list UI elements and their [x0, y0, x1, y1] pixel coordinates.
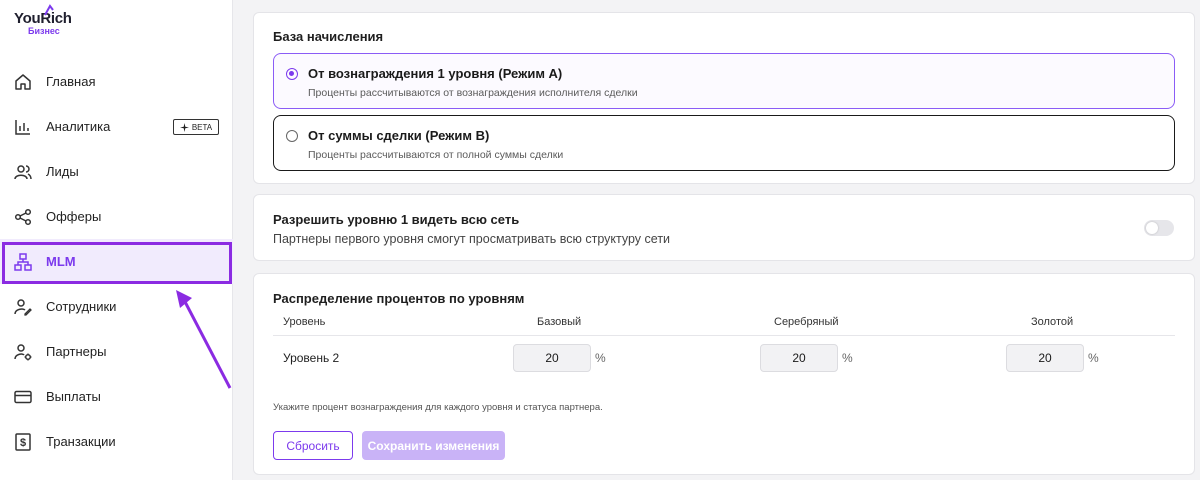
silver-percent-input[interactable]	[760, 344, 838, 372]
logo-wordmark: YouRich	[14, 4, 72, 27]
sidebar: YouRich Бизнес Главная Аналитика Лиды Оф…	[0, 0, 233, 480]
percent-sign: %	[1088, 351, 1099, 365]
network-title: Разрешить уровню 1 видеть всю сеть	[273, 212, 520, 227]
beta-badge: BETA	[173, 119, 219, 135]
credit-card-icon	[13, 387, 33, 407]
hierarchy-icon	[13, 252, 33, 272]
logo-text-left: You	[14, 10, 41, 27]
base-option-mode-b[interactable]: От суммы сделки (Режим B) Проценты рассч…	[273, 115, 1175, 171]
option-title: От вознаграждения 1 уровня (Режим A)	[308, 66, 563, 81]
dollar-receipt-icon: $	[13, 432, 33, 452]
home-icon	[13, 72, 33, 92]
sidebar-item-employees[interactable]: Сотрудники	[0, 284, 233, 329]
distribution-title: Распределение процентов по уровням	[273, 291, 525, 306]
save-changes-button[interactable]: Сохранить изменения	[362, 431, 505, 460]
svg-text:$: $	[20, 437, 26, 449]
sidebar-item-label: Аналитика	[46, 119, 111, 134]
sidebar-item-partners[interactable]: Партнеры	[0, 329, 233, 374]
sidebar-item-label: Выплаты	[46, 389, 101, 404]
sidebar-item-mlm[interactable]: MLM	[0, 239, 233, 284]
sidebar-item-label: Лиды	[46, 164, 79, 179]
column-header-silver: Серебряный	[774, 316, 839, 328]
sparkle-icon	[179, 122, 189, 132]
base-card: База начисления От вознаграждения 1 уров…	[253, 12, 1195, 184]
sidebar-item-label: Главная	[46, 74, 96, 89]
radio-mode-a[interactable]	[286, 68, 298, 80]
share-icon	[13, 207, 33, 227]
column-header-level: Уровень	[283, 316, 326, 328]
bar-chart-icon	[13, 117, 33, 137]
network-visibility-toggle[interactable]	[1144, 220, 1174, 236]
network-description: Партнеры первого уровня смогут просматри…	[273, 232, 671, 246]
option-description: Проценты рассчитываются от полной суммы …	[308, 149, 564, 161]
beta-badge-label: BETA	[191, 122, 213, 132]
sidebar-item-label: Транзакции	[46, 434, 116, 449]
sidebar-item-payouts[interactable]: Выплаты	[0, 374, 233, 419]
users-icon	[13, 162, 33, 182]
gold-percent-input[interactable]	[1006, 344, 1084, 372]
base-section-title: База начисления	[273, 29, 384, 44]
distribution-card: Распределение процентов по уровням Урове…	[253, 273, 1195, 475]
distribution-hint: Укажите процент вознаграждения для каждо…	[273, 402, 603, 413]
option-title: От суммы сделки (Режим B)	[308, 128, 490, 143]
radio-mode-b[interactable]	[286, 130, 298, 142]
column-header-basic: Базовый	[537, 316, 582, 328]
sidebar-item-transactions[interactable]: $ Транзакции	[0, 419, 233, 464]
sidebar-item-offers[interactable]: Офферы	[0, 194, 233, 239]
network-card: Разрешить уровню 1 видеть всю сеть Партн…	[253, 194, 1195, 261]
user-gear-icon	[13, 342, 33, 362]
basic-percent-input[interactable]	[513, 344, 591, 372]
option-description: Проценты рассчитываются от вознаграждени…	[308, 87, 638, 99]
column-header-gold: Золотой	[1031, 316, 1074, 328]
sidebar-item-leads[interactable]: Лиды	[0, 149, 233, 194]
distribution-table-header: Уровень Базовый Серебряный Золотой	[273, 314, 1175, 336]
base-option-mode-a[interactable]: От вознаграждения 1 уровня (Режим A) Про…	[273, 53, 1175, 109]
sidebar-item-label: Сотрудники	[46, 299, 117, 314]
table-row: Уровень 2 % % %	[273, 344, 1175, 374]
user-edit-icon	[13, 297, 33, 317]
sidebar-item-label: Офферы	[46, 209, 102, 224]
sidebar-item-home[interactable]: Главная	[0, 59, 233, 104]
percent-sign: %	[842, 351, 853, 365]
sidebar-item-label: Партнеры	[46, 344, 107, 359]
percent-sign: %	[595, 351, 606, 365]
logo-mark-icon	[44, 4, 54, 16]
sidebar-item-label: MLM	[46, 254, 76, 269]
logo[interactable]: YouRich Бизнес	[14, 4, 72, 36]
reset-button[interactable]: Сбросить	[273, 431, 353, 460]
logo-subtitle: Бизнес	[28, 26, 60, 36]
row-level-label: Уровень 2	[283, 351, 340, 365]
